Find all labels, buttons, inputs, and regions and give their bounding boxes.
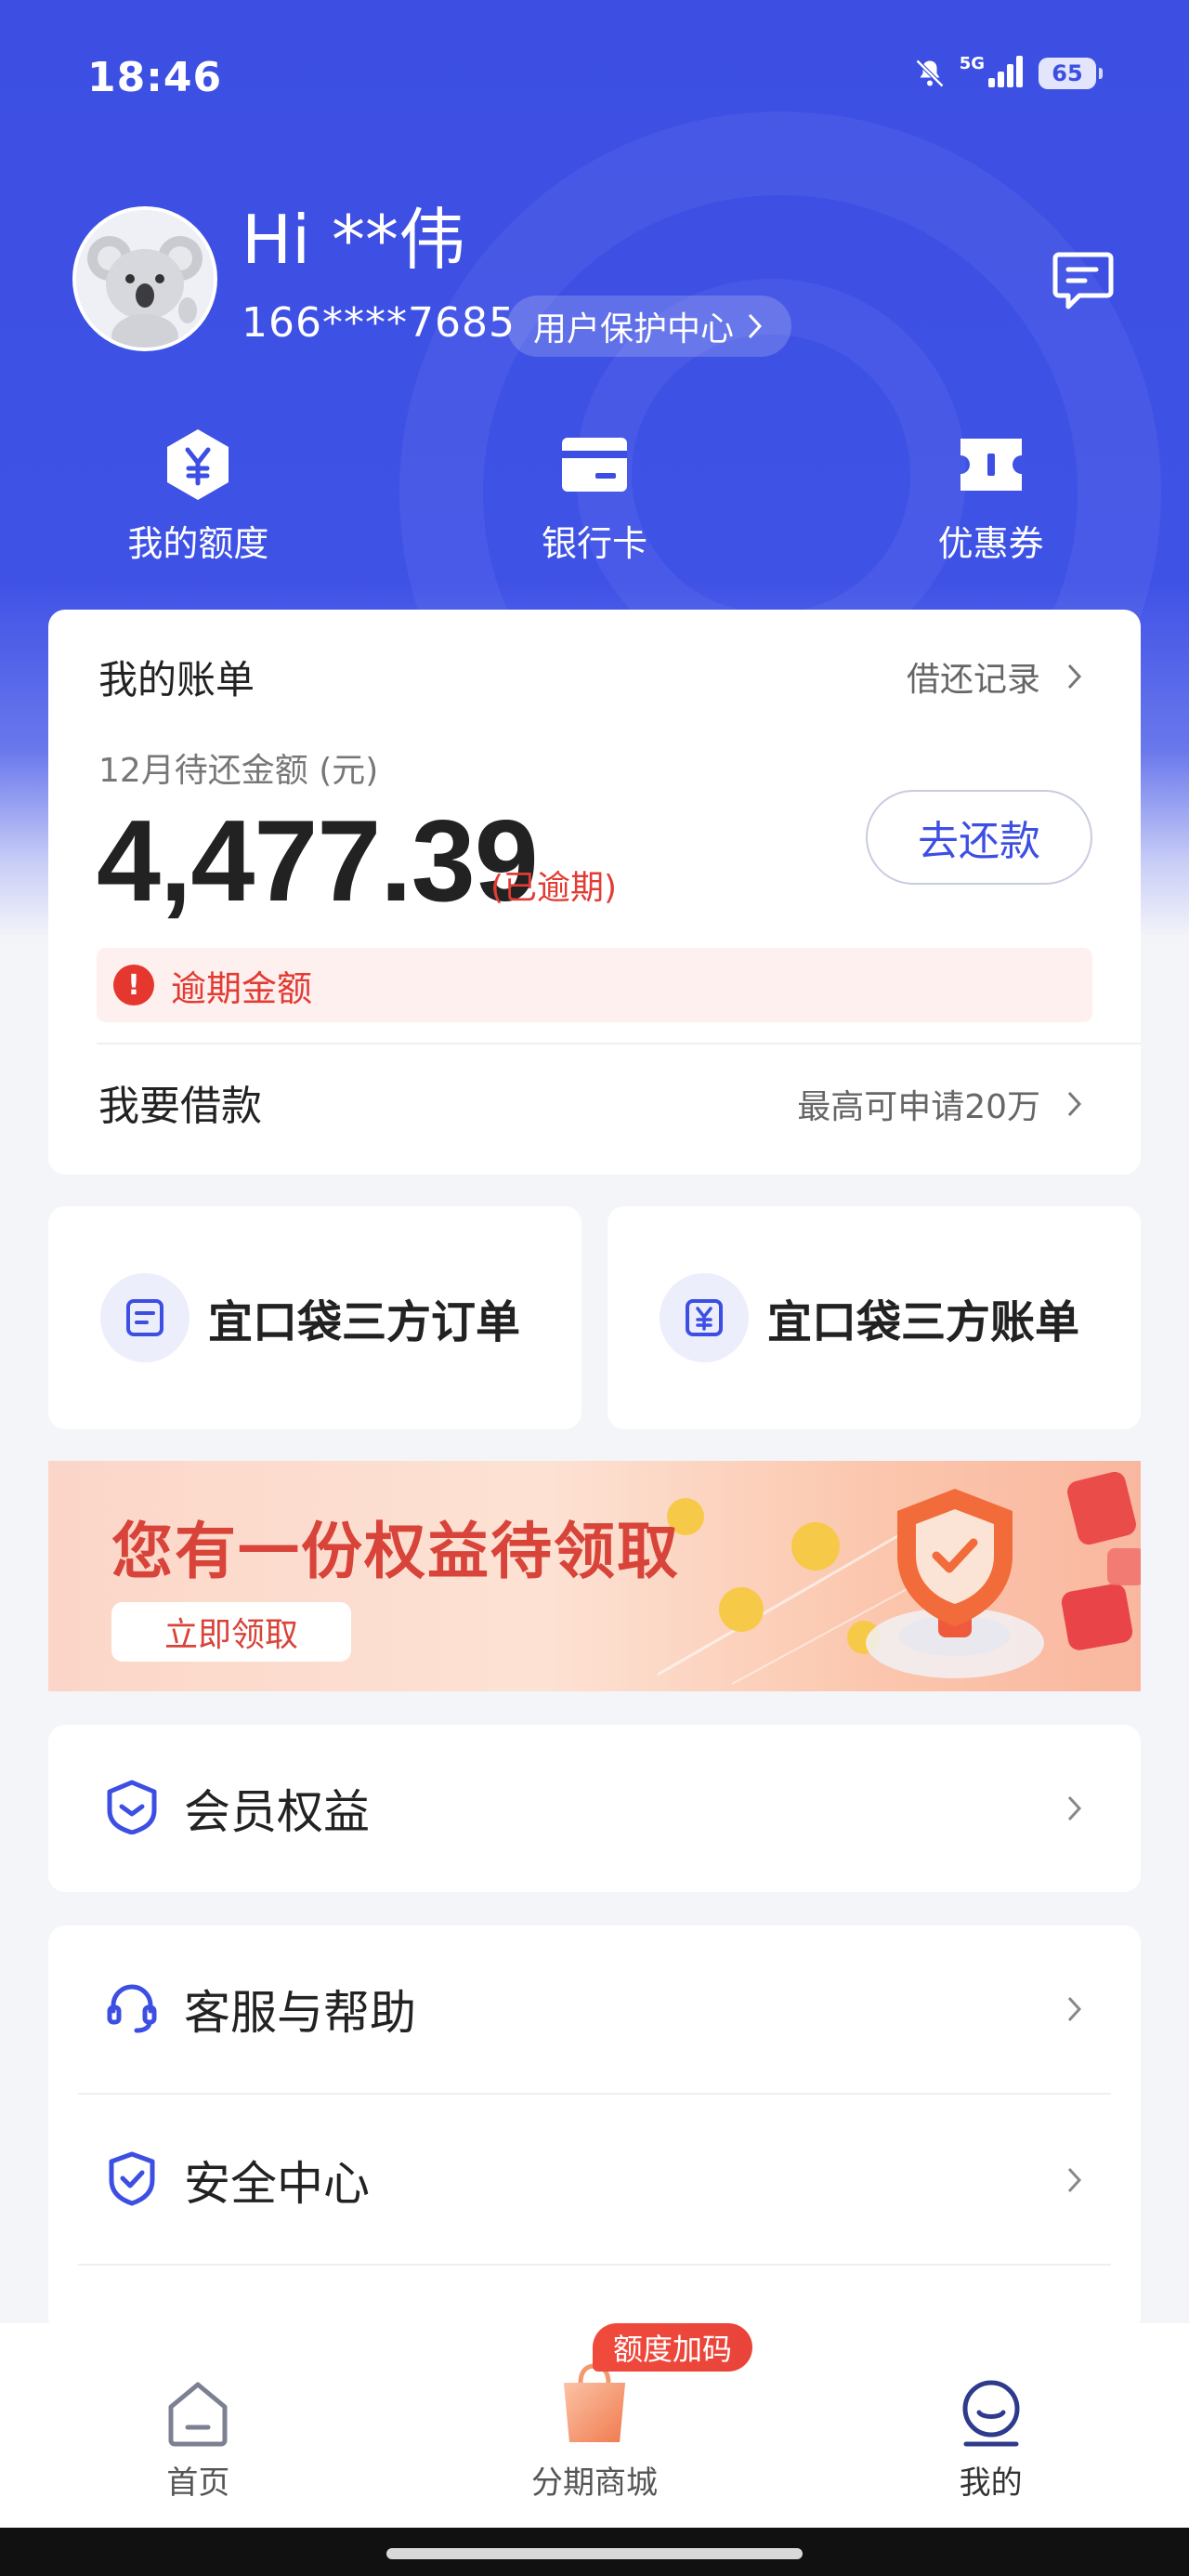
- third-party-bill-card[interactable]: 宜口袋三方账单: [608, 1206, 1141, 1429]
- greeting-text: Hi **伟: [242, 201, 466, 279]
- customer-service-row[interactable]: 客服与帮助: [48, 1925, 1141, 2093]
- quick-action-label: 银行卡: [542, 523, 648, 564]
- home-icon: [165, 2364, 230, 2448]
- member-benefits-label: 会员权益: [184, 1785, 370, 1839]
- quick-action-label: 优惠券: [937, 523, 1044, 564]
- overdue-status-tag: (已逾期): [490, 869, 618, 907]
- yuan-hexagon-icon: [163, 427, 232, 502]
- borrow-limit-link[interactable]: 最高可申请20万: [797, 1080, 1083, 1128]
- network-label: 5G: [959, 54, 985, 73]
- message-icon[interactable]: [1052, 249, 1115, 314]
- borrow-limit-text: 最高可申请20万: [797, 1088, 1040, 1126]
- borrow-repay-records-link[interactable]: 借还记录: [907, 652, 1083, 701]
- divider: [78, 2093, 1111, 2095]
- signal-icon: [988, 56, 1026, 91]
- borrow-title[interactable]: 我要借款: [98, 1072, 262, 1132]
- banner-title: 您有一份权益待领取: [111, 1516, 680, 1587]
- headset-icon: [104, 1979, 160, 2039]
- security-center-label: 安全中心: [184, 2157, 370, 2211]
- chevron-right-icon: [1067, 2167, 1082, 2193]
- quick-action-bank-card[interactable]: 银行卡: [397, 427, 793, 566]
- security-center-row[interactable]: 安全中心: [48, 2096, 1141, 2264]
- chevron-right-icon: [748, 313, 763, 339]
- third-party-order-card[interactable]: 宜口袋三方订单: [48, 1206, 581, 1429]
- chevron-right-icon: [1067, 1996, 1082, 2022]
- records-link-label: 借还记录: [906, 661, 1040, 699]
- masked-phone: 166****7685: [242, 299, 516, 347]
- third-party-bill-label: 宜口袋三方账单: [767, 1296, 1080, 1348]
- tab-mall-label: 分期商城: [531, 2464, 658, 2502]
- yuan-bill-icon: [660, 1273, 749, 1362]
- profile-face-icon: [957, 2364, 1026, 2448]
- tab-home-label: 首页: [166, 2464, 230, 2502]
- avatar[interactable]: [72, 206, 217, 351]
- third-party-order-label: 宜口袋三方订单: [208, 1296, 521, 1348]
- quick-actions: 我的额度 银行卡 优惠券: [0, 427, 1189, 566]
- due-amount-label: 12月待还金额 (元): [98, 752, 379, 790]
- credit-boost-badge: 额度加码: [593, 2323, 753, 2372]
- bill-title: 我的账单: [98, 657, 255, 703]
- member-benefits-card[interactable]: 会员权益: [48, 1725, 1141, 1892]
- chevron-right-icon: [1067, 1091, 1082, 1117]
- claim-now-button[interactable]: 立即领取: [111, 1602, 351, 1662]
- bank-card-icon: [560, 427, 629, 502]
- tab-home[interactable]: 首页: [0, 2323, 397, 2528]
- repay-button[interactable]: 去还款: [866, 790, 1092, 885]
- tab-mine-label: 我的: [959, 2464, 1023, 2502]
- chevron-right-icon: [1067, 1795, 1082, 1821]
- quick-action-label: 我的额度: [127, 523, 269, 564]
- overdue-amount-notice[interactable]: ! 逾期金额: [97, 948, 1092, 1022]
- order-doc-icon: [100, 1273, 189, 1362]
- customer-service-label: 客服与帮助: [184, 1986, 416, 2040]
- quick-action-coupon[interactable]: 优惠券: [792, 427, 1189, 566]
- status-icons: 5G 65: [913, 54, 1103, 91]
- benefit-banner[interactable]: 您有一份权益待领取 立即领取: [48, 1461, 1141, 1691]
- warning-icon: !: [113, 965, 154, 1005]
- home-gesture-bar[interactable]: [386, 2548, 803, 2559]
- shopping-bag-icon: [555, 2363, 634, 2448]
- overdue-notice-text: 逾期金额: [171, 967, 313, 1009]
- mute-bell-icon: [913, 57, 947, 90]
- shield-reward-illustration: [657, 1471, 1141, 1685]
- member-badge-icon: [104, 1779, 160, 1838]
- battery-indicator: 65: [1039, 58, 1103, 89]
- protection-center-label: 用户保护中心: [533, 310, 735, 348]
- koala-avatar-icon: [76, 210, 214, 348]
- tab-mine[interactable]: 我的: [792, 2323, 1189, 2528]
- service-menu-card: 客服与帮助 安全中心: [48, 1925, 1141, 2334]
- shield-check-icon: [104, 2150, 160, 2210]
- divider: [78, 2264, 1111, 2266]
- member-benefits-row[interactable]: 会员权益: [48, 1725, 1141, 1892]
- user-protection-center-button[interactable]: 用户保护中心: [507, 296, 792, 357]
- coupon-icon: [957, 427, 1026, 502]
- due-amount: 4,477.39: [97, 797, 539, 926]
- divider: [97, 1043, 1141, 1045]
- bill-card: 我的账单 借还记录 12月待还金额 (元) 4,477.39 (已逾期) 去还款…: [48, 610, 1141, 1175]
- status-time: 18:46: [87, 54, 223, 101]
- quick-action-credit-limit[interactable]: 我的额度: [0, 427, 397, 566]
- chevron-right-icon: [1067, 664, 1082, 690]
